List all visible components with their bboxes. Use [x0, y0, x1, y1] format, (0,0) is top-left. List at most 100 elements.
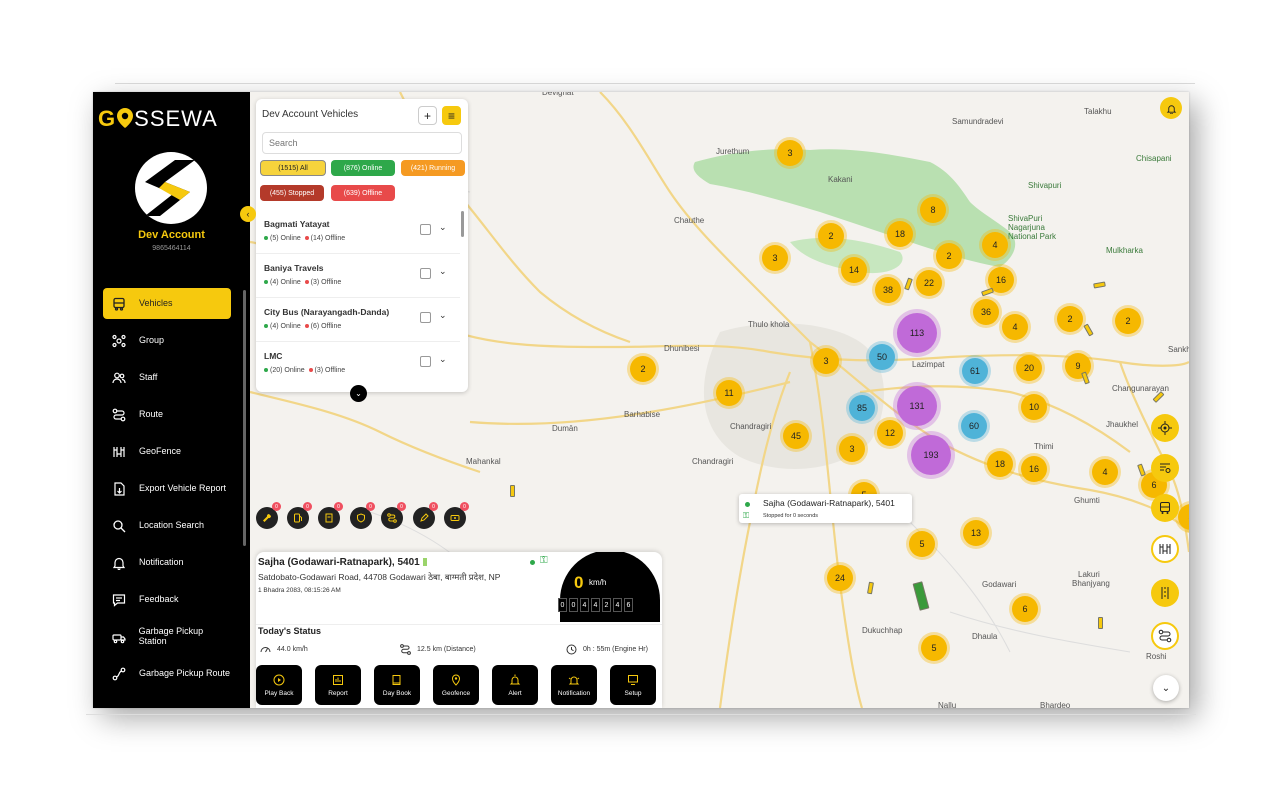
chevron-down-icon[interactable]: ⌄ [439, 310, 447, 321]
tool-fuel-button[interactable]: 0 [287, 502, 312, 529]
list-item[interactable]: Baniya Travels (4) Online (3) Offline ⌄ [256, 254, 460, 298]
vehicle-cluster-marker[interactable]: 11 [716, 380, 742, 406]
group-checkbox[interactable] [420, 224, 431, 235]
panel-scrollbar[interactable] [461, 211, 464, 237]
list-item[interactable]: City Bus (Narayangadh-Danda) (4) Online … [256, 298, 460, 342]
vehicle-cluster-marker[interactable]: 193 [911, 435, 951, 475]
setup-button[interactable]: Setup [610, 665, 656, 705]
vehicle-cluster-marker[interactable]: 13 [963, 520, 989, 546]
play-back-button[interactable]: Play Back [256, 665, 302, 705]
vehicle-cluster-marker[interactable]: 4 [982, 232, 1008, 258]
locate-me-button[interactable] [1151, 414, 1179, 442]
filter-chip-offline[interactable]: (639) Offline [331, 185, 395, 201]
sidebar-item-staff[interactable]: Staff [103, 362, 231, 393]
tool-document-button[interactable]: 0 [318, 502, 343, 529]
list-search-button[interactable] [1151, 454, 1179, 482]
vehicle-cluster-marker[interactable]: 2 [1115, 308, 1141, 334]
vehicle-cluster-marker[interactable]: 14 [841, 257, 867, 283]
alert-button[interactable]: Alert [492, 665, 538, 705]
notification-bell-button[interactable] [1160, 97, 1182, 119]
vehicle-cluster-marker[interactable]: 18 [987, 451, 1013, 477]
tool-wrench-button[interactable]: 0 [256, 502, 281, 529]
vehicle-cluster-marker[interactable]: 38 [875, 277, 901, 303]
sidebar-item-notification[interactable]: Notification [103, 547, 231, 578]
report-button[interactable]: Report [315, 665, 361, 705]
vehicle-marker[interactable] [1098, 617, 1103, 629]
collapse-sidebar-button[interactable]: ‹ [240, 206, 256, 222]
vehicle-cluster-marker[interactable]: 2 [1057, 306, 1083, 332]
geofence-button[interactable]: Geofence [433, 665, 479, 705]
vehicle-cluster-marker[interactable]: 131 [897, 386, 937, 426]
route-icon [400, 644, 411, 655]
map-place-label: Thimi [1034, 442, 1054, 451]
geofence-toggle-button[interactable] [1151, 535, 1179, 563]
list-item[interactable]: LMC (20) Online (3) Offline ⌄ [256, 342, 460, 386]
vehicle-cluster-marker[interactable]: 24 [827, 565, 853, 591]
filter-chip-all[interactable]: (1515) All [260, 160, 326, 176]
vehicle-cluster-marker[interactable]: 3 [839, 436, 865, 462]
sidebar-item-group[interactable]: Group [103, 325, 231, 356]
tool-shield-button[interactable]: 0 [350, 502, 375, 529]
sidebar-item-geofence[interactable]: GeoFence [103, 436, 231, 467]
vehicle-cluster-marker[interactable]: 50 [869, 344, 895, 370]
vehicle-cluster-marker[interactable]: 12 [877, 420, 903, 446]
group-checkbox[interactable] [420, 268, 431, 279]
vehicle-cluster-marker[interactable]: 10 [1021, 394, 1047, 420]
notification-button[interactable]: Notification [551, 665, 597, 705]
vehicle-cluster-marker[interactable]: 5 [909, 531, 935, 557]
bus-stop-button[interactable] [1151, 494, 1179, 522]
vehicle-cluster-marker[interactable]: 85 [849, 395, 875, 421]
expand-controls-button[interactable]: ⌄ [1153, 675, 1179, 701]
vehicle-cluster-marker[interactable]: 3 [777, 140, 803, 166]
filter-chip-stopped[interactable]: (455) Stopped [260, 185, 324, 201]
vehicle-cluster-marker[interactable]: 4 [1092, 459, 1118, 485]
vehicle-cluster-marker[interactable]: 8 [920, 197, 946, 223]
add-vehicle-button[interactable]: + [418, 106, 437, 125]
vehicle-cluster-marker[interactable]: 113 [897, 313, 937, 353]
tool-pen-button[interactable]: 0 [413, 502, 438, 529]
button-label: Notification [557, 689, 591, 697]
vehicle-cluster-marker[interactable]: 16 [1021, 456, 1047, 482]
sidebar-item-vehicles[interactable]: Vehicles [103, 288, 231, 319]
sidebar-item-route[interactable]: Route [103, 399, 231, 430]
vehicle-cluster-marker[interactable]: 3 [762, 245, 788, 271]
road-toggle-button[interactable] [1151, 579, 1179, 607]
chevron-down-icon[interactable]: ⌄ [439, 222, 447, 233]
vehicle-cluster-marker[interactable]: 5 [921, 635, 947, 661]
vehicle-cluster-marker[interactable]: 6 [1012, 596, 1038, 622]
vehicle-cluster-marker[interactable]: 18 [887, 221, 913, 247]
tool-route-button[interactable]: 0 [381, 502, 406, 529]
sidebar-item-location-search[interactable]: Location Search [103, 510, 231, 541]
vehicle-cluster-marker[interactable]: 22 [916, 270, 942, 296]
filter-chip-running[interactable]: (421) Running [401, 160, 465, 176]
vehicle-cluster-marker[interactable]: 2 [818, 223, 844, 249]
vehicle-cluster-marker[interactable]: 61 [962, 358, 988, 384]
chevron-down-icon[interactable]: ⌄ [439, 354, 447, 365]
filter-chip-online[interactable]: (876) Online [331, 160, 395, 176]
vehicle-search-input[interactable] [262, 132, 462, 154]
vehicle-cluster-marker[interactable]: 3 [813, 348, 839, 374]
expand-panel-button[interactable]: ⌄ [350, 385, 367, 402]
group-checkbox[interactable] [420, 356, 431, 367]
chevron-down-icon[interactable]: ⌄ [439, 266, 447, 277]
vehicle-cluster-marker[interactable]: 20 [1016, 355, 1042, 381]
vehicle-cluster-marker[interactable]: 45 [783, 423, 809, 449]
vehicle-cluster-marker[interactable]: 36 [973, 299, 999, 325]
list-item[interactable]: Bagmati Yatayat (5) Online (14) Offline … [256, 210, 460, 254]
vehicle-marker[interactable] [510, 485, 515, 497]
sidebar-scrollbar[interactable] [243, 290, 246, 546]
vehicle-cluster-marker[interactable]: 60 [961, 413, 987, 439]
sidebar-item-garbage-pickup-route[interactable]: Garbage Pickup Route [103, 658, 231, 689]
sidebar-item-garbage-pickup-station[interactable]: Garbage Pickup Station [103, 621, 231, 652]
vehicle-cluster-marker[interactable]: 2 [630, 356, 656, 382]
route-toggle-button[interactable] [1151, 622, 1179, 650]
vehicle-cluster-marker[interactable]: 2 [936, 243, 962, 269]
day-book-button[interactable]: Day Book [374, 665, 420, 705]
group-checkbox[interactable] [420, 312, 431, 323]
sidebar-item-export-vehicle-report[interactable]: Export Vehicle Report [103, 473, 231, 504]
avatar[interactable] [135, 152, 207, 224]
vehicle-cluster-marker[interactable]: 4 [1002, 314, 1028, 340]
menu-button[interactable]: ≡ [442, 106, 461, 125]
tool-ticket-button[interactable]: 0 [444, 502, 469, 529]
sidebar-item-feedback[interactable]: Feedback [103, 584, 231, 615]
